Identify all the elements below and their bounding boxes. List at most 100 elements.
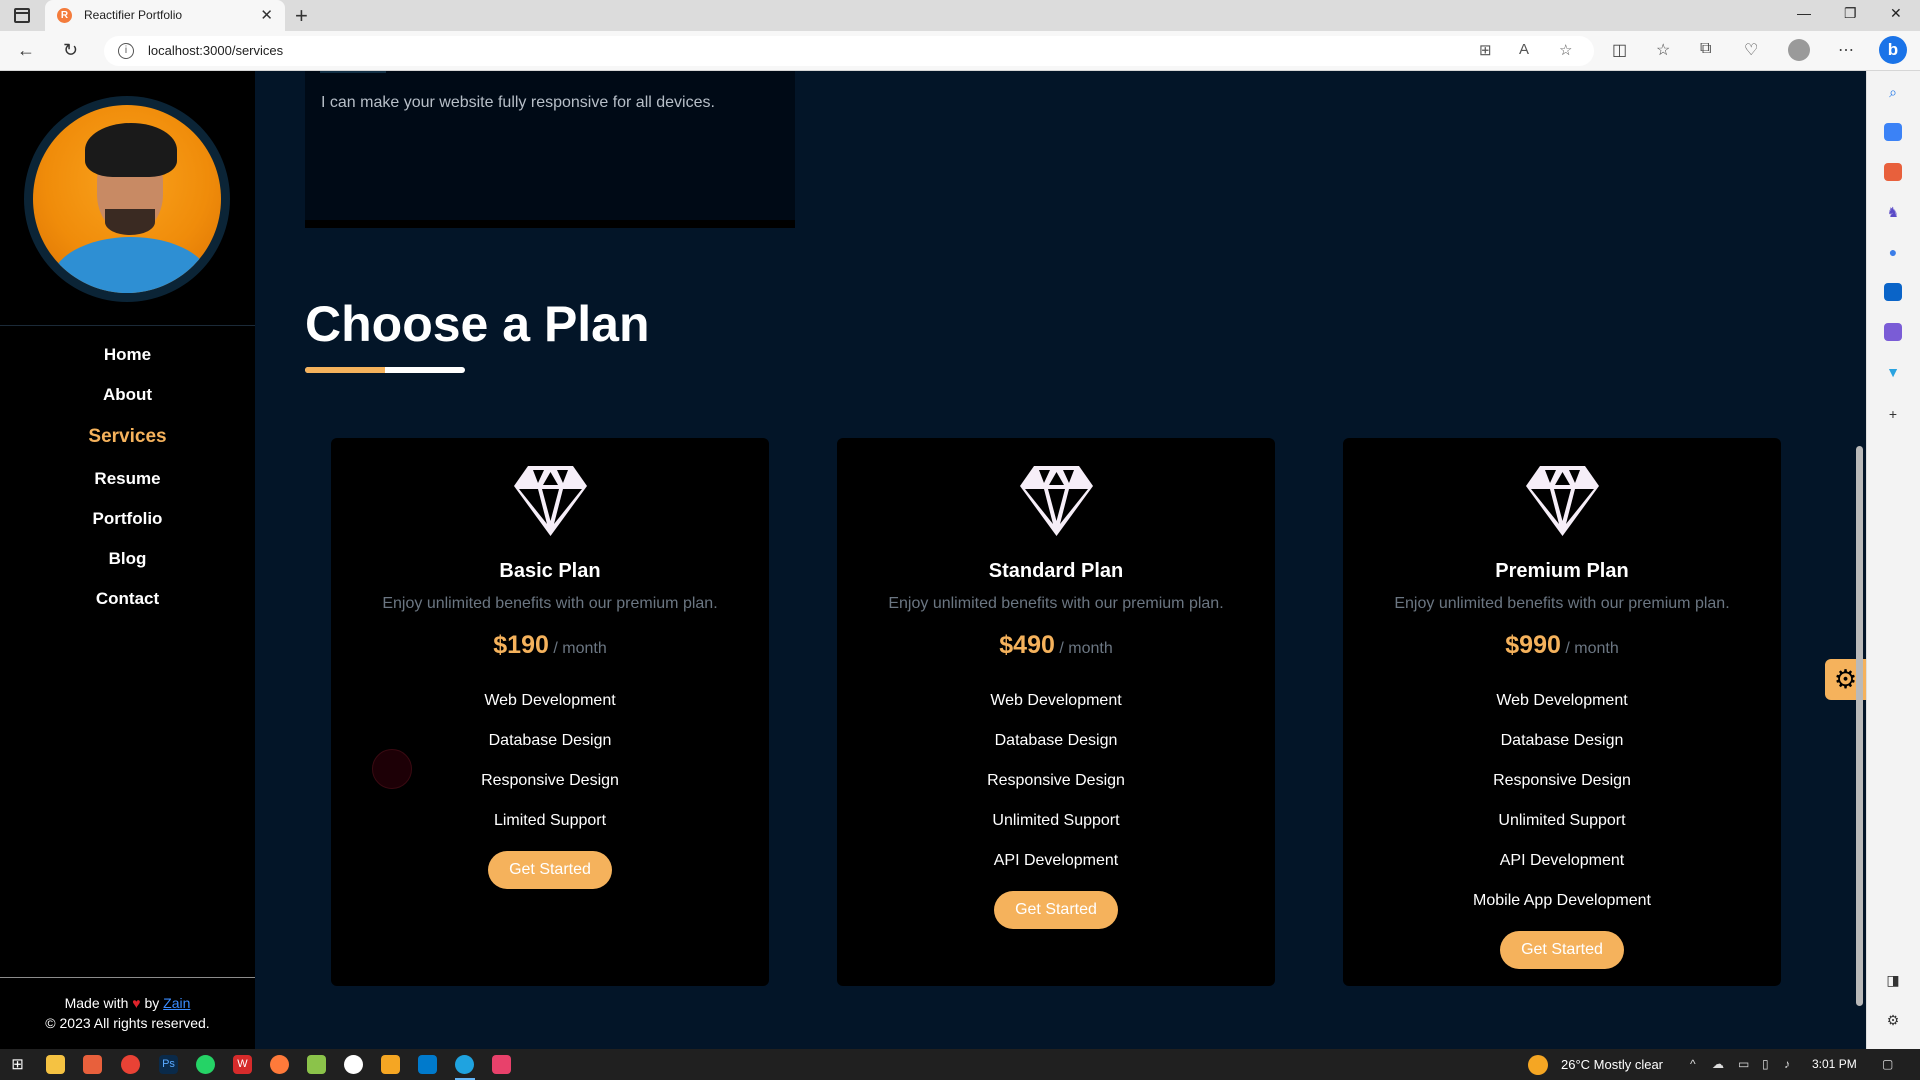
nav-item-portfolio[interactable]: Portfolio <box>0 499 255 539</box>
search-icon[interactable]: ⌕ <box>1884 83 1902 101</box>
plan-price: $490 / month <box>837 631 1275 660</box>
windows-start-icon[interactable]: ⊞ <box>8 1055 27 1074</box>
sidebar-footer: Made with ♥ by Zain © 2023 All rights re… <box>0 993 255 1033</box>
notepad-icon[interactable] <box>307 1055 326 1074</box>
profile-avatar <box>24 96 230 302</box>
favorite-star-icon[interactable]: ☆ <box>1559 41 1572 59</box>
shopping-icon[interactable] <box>1884 123 1902 141</box>
file-explorer-icon[interactable] <box>46 1055 65 1074</box>
plan-name: Basic Plan <box>499 560 601 582</box>
nav-menu: Home About Services Resume Portfolio Blo… <box>0 335 255 619</box>
plan-feature: API Development <box>993 852 1119 869</box>
close-tab-icon[interactable]: ✕ <box>260 6 273 24</box>
profile-icon[interactable] <box>1788 39 1810 61</box>
microsoft365-icon[interactable]: ● <box>1884 243 1902 261</box>
get-started-button[interactable]: Get Started <box>994 891 1118 929</box>
by-text: by <box>144 995 160 1011</box>
plan-name: Standard Plan <box>988 560 1124 582</box>
nav-item-home[interactable]: Home <box>0 335 255 375</box>
minimize-icon[interactable]: — <box>1797 5 1811 21</box>
get-started-button[interactable]: Get Started <box>1500 931 1624 969</box>
plan-features: Web Development Database Design Responsi… <box>837 681 1275 929</box>
nav-item-blog[interactable]: Blog <box>0 539 255 579</box>
heart-icon: ♥ <box>132 995 141 1011</box>
chrome-icon[interactable] <box>121 1055 140 1074</box>
nav-item-contact[interactable]: Contact <box>0 579 255 619</box>
edge-icon[interactable] <box>455 1055 474 1074</box>
bing-copilot-icon[interactable]: b <box>1879 36 1907 64</box>
split-screen-icon[interactable]: ◫ <box>1612 40 1627 60</box>
onedrive-icon[interactable]: ☁ <box>1712 1057 1724 1071</box>
custom-cursor <box>372 749 412 789</box>
nav-item-about[interactable]: About <box>0 375 255 415</box>
plan-feature: Mobile App Development <box>1473 892 1651 909</box>
plan-feature: Web Development <box>990 692 1122 709</box>
browser-tab-bar: R Reactifier Portfolio ✕ + — ❐ ✕ <box>0 0 1920 31</box>
tab-actions-icon[interactable] <box>14 8 30 23</box>
page-scrollbar[interactable] <box>1856 446 1863 1006</box>
new-tab-icon[interactable]: + <box>295 3 308 29</box>
weather-text[interactable]: 26°C Mostly clear <box>1561 1057 1663 1072</box>
nav-item-resume[interactable]: Resume <box>0 459 255 499</box>
vscode-icon[interactable] <box>418 1055 437 1074</box>
plan-feature: Web Development <box>1496 692 1628 709</box>
plan-description: Enjoy unlimited benefits with our premiu… <box>888 595 1224 612</box>
price-period: / month <box>1059 640 1113 657</box>
app-available-icon[interactable]: ⊞ <box>1479 41 1492 59</box>
price-value: $190 <box>493 631 549 659</box>
favicon-icon: R <box>57 8 72 23</box>
weather-icon[interactable] <box>1528 1055 1548 1075</box>
photoshop-icon[interactable]: Ps <box>159 1055 178 1074</box>
taskbar-app-icon[interactable] <box>492 1055 511 1074</box>
volume-icon[interactable]: ♪ <box>1784 1057 1790 1071</box>
outlook-icon[interactable] <box>1884 283 1902 301</box>
tools-icon[interactable] <box>1884 163 1902 181</box>
windows-taskbar: ⊞ Ps W 26°C Mostly clear ^ ☁ ▭ ▯ ♪ 3:01 … <box>0 1049 1920 1080</box>
author-link[interactable]: Zain <box>163 995 190 1011</box>
add-sidebar-app-icon[interactable]: + <box>1884 405 1902 423</box>
plan-feature: Database Design <box>994 732 1118 749</box>
footer-divider <box>0 977 255 978</box>
sidebar-settings-icon[interactable]: ⚙ <box>1884 1011 1902 1029</box>
hide-sidebar-icon[interactable]: ◨ <box>1884 971 1902 989</box>
notifications-icon[interactable]: ▢ <box>1882 1057 1893 1071</box>
designer-icon[interactable] <box>1884 323 1902 341</box>
whatsapp-icon[interactable] <box>196 1055 215 1074</box>
restore-icon[interactable]: ❐ <box>1844 5 1857 22</box>
collections-icon[interactable]: ⧉ <box>1700 40 1711 58</box>
taskbar-app-icon[interactable] <box>270 1055 289 1074</box>
close-window-icon[interactable]: ✕ <box>1890 5 1902 22</box>
games-icon[interactable]: ♞ <box>1884 203 1902 221</box>
url-field[interactable]: i localhost:3000/services ⊞ A ☆ <box>104 36 1594 66</box>
more-options-icon[interactable]: ⋯ <box>1838 40 1854 60</box>
taskbar-app-icon[interactable] <box>344 1055 363 1074</box>
site-info-icon[interactable]: i <box>118 43 134 59</box>
drop-icon[interactable]: ▼ <box>1884 363 1902 381</box>
plan-card-basic: Basic Plan Enjoy unlimited benefits with… <box>331 438 769 986</box>
refresh-icon[interactable]: ↻ <box>63 40 78 61</box>
taskbar-app-icon[interactable] <box>83 1055 102 1074</box>
plan-card-standard: Standard Plan Enjoy unlimited benefits w… <box>837 438 1275 986</box>
diamond-icon <box>514 466 587 536</box>
taskbar-app-icon[interactable] <box>381 1055 400 1074</box>
battery-icon[interactable]: ▯ <box>1762 1057 1769 1071</box>
edge-sidebar: ⌕ ♞ ● ▼ + ◨ ⚙ <box>1866 71 1920 1049</box>
browser-tab[interactable]: R Reactifier Portfolio ✕ <box>45 0 285 31</box>
browser-essentials-icon[interactable]: ♡ <box>1744 40 1758 60</box>
get-started-button[interactable]: Get Started <box>488 851 612 889</box>
price-value: $990 <box>1505 631 1561 659</box>
back-icon[interactable]: ← <box>17 40 35 61</box>
read-aloud-icon[interactable]: A <box>1519 41 1529 58</box>
diamond-icon <box>1526 466 1599 536</box>
made-with-text: Made with <box>64 995 129 1011</box>
url-text: localhost:3000/services <box>148 43 284 58</box>
nav-item-services[interactable]: Services <box>0 415 255 459</box>
wps-icon[interactable]: W <box>233 1055 252 1074</box>
title-underline <box>305 367 465 373</box>
network-icon[interactable]: ▭ <box>1738 1057 1749 1071</box>
clock[interactable]: 3:01 PM <box>1812 1057 1857 1071</box>
nav-divider <box>0 325 255 326</box>
plan-description: Enjoy unlimited benefits with our premiu… <box>1394 595 1730 612</box>
show-hidden-icons-icon[interactable]: ^ <box>1690 1057 1696 1071</box>
favorites-icon[interactable]: ☆ <box>1656 40 1670 60</box>
